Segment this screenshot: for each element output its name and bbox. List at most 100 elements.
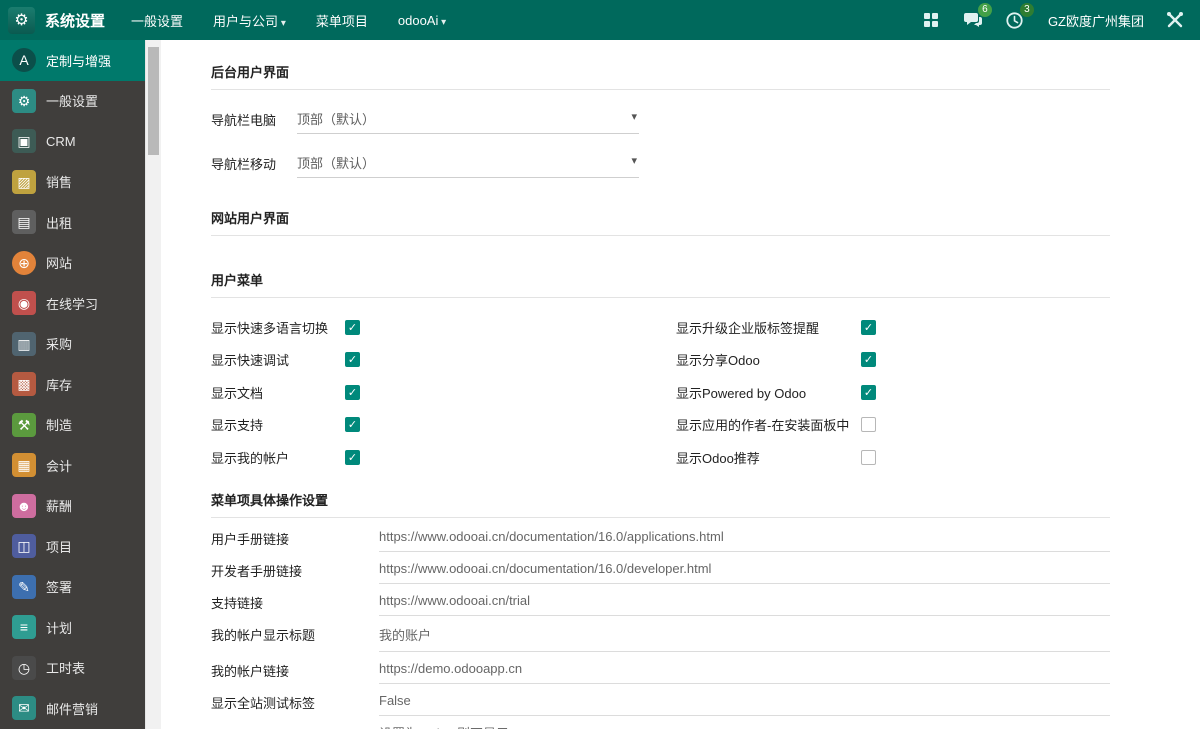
navbar-pc-select[interactable]: 顶部（默认）: [297, 105, 639, 134]
elearning-icon: ◉: [12, 291, 36, 315]
scrollbar-thumb[interactable]: [148, 47, 159, 155]
sidebar-item-label: 工时表: [46, 658, 85, 677]
field-row: 我的帐户链接 https://demo.odooapp.cn: [211, 652, 1110, 684]
sidebar-item-sign[interactable]: ✎ 签署: [0, 567, 145, 608]
navbar-mobile-select[interactable]: 顶部（默认）: [297, 149, 639, 178]
checkbox-documentation[interactable]: [345, 385, 360, 400]
section-website-ui: 网站用户界面: [211, 208, 1110, 236]
option-label: 显示快速多语言切换: [211, 318, 345, 337]
option-row: 显示文档: [211, 376, 676, 409]
sidebar-item-label: 邮件营销: [46, 699, 98, 718]
section-user-menu: 用户菜单: [211, 270, 1110, 298]
menu-users-companies[interactable]: 用户与公司: [213, 11, 286, 30]
checkbox-my-account[interactable]: [345, 450, 360, 465]
checkbox-quick-debug[interactable]: [345, 352, 360, 367]
vertical-scrollbar[interactable]: [145, 40, 161, 729]
option-row: 显示Odoo推荐: [676, 441, 876, 474]
field-row: 显示全站测试标签 False 设置为 False 则不显示: [211, 684, 1110, 729]
payroll-person-icon: ☻: [12, 494, 36, 518]
checkbox-powered-by-odoo[interactable]: [861, 385, 876, 400]
sidebar-item-label: 薪酬: [46, 496, 72, 515]
sidebar-item-label: CRM: [46, 134, 76, 149]
sidebar-item-project[interactable]: ◫ 项目: [0, 526, 145, 567]
field-label: 用户手册链接: [211, 520, 379, 548]
sidebar-item-label: 会计: [46, 456, 72, 475]
ledger-icon: ▦: [12, 453, 36, 477]
option-row: 显示应用的作者-在安装面板中: [676, 409, 876, 442]
messages-icon[interactable]: 6: [962, 9, 984, 31]
user-menu-options: 显示快速多语言切换 显示快速调试 显示文档 显示支持 显示我的帐户: [211, 311, 1110, 474]
clock-icon: ◷: [12, 656, 36, 680]
odooai-logo-icon: A: [12, 48, 36, 72]
company-menu[interactable]: GZ欧度广州集团: [1048, 11, 1144, 30]
sidebar-item-label: 定制与增强: [46, 51, 111, 70]
sidebar-item-inventory[interactable]: ▩ 库存: [0, 364, 145, 405]
activities-badge: 3: [1020, 3, 1034, 17]
sidebar-item-accounting[interactable]: ▦ 会计: [0, 445, 145, 486]
option-label: 显示快速调试: [211, 350, 345, 369]
checkbox-support[interactable]: [345, 417, 360, 432]
sidebar-item-rental[interactable]: ▤ 出租: [0, 202, 145, 243]
sidebar-item-crm[interactable]: ▣ CRM: [0, 121, 145, 162]
sidebar-item-timesheet[interactable]: ◷ 工时表: [0, 648, 145, 689]
option-row: 显示升级企业版标签提醒: [676, 311, 876, 344]
sidebar-item-general-settings[interactable]: ⚙ 一般设置: [0, 81, 145, 122]
options-left-column: 显示快速多语言切换 显示快速调试 显示文档 显示支持 显示我的帐户: [211, 311, 676, 474]
test-label-input[interactable]: False: [379, 684, 1110, 716]
account-link-input[interactable]: https://demo.odooapp.cn: [379, 652, 1110, 684]
option-label: 显示Odoo推荐: [676, 448, 861, 467]
sidebar-item-label: 项目: [46, 537, 72, 556]
field-label: 我的帐户显示标题: [211, 616, 379, 644]
planning-list-icon: ≡: [12, 615, 36, 639]
sidebar-item-purchase[interactable]: ▥ 采购: [0, 324, 145, 365]
gear-icon: ⚙: [12, 89, 36, 113]
sidebar-item-label: 计划: [46, 618, 72, 637]
page-title[interactable]: 系统设置: [45, 10, 105, 31]
option-label: 显示支持: [211, 415, 345, 434]
option-row: 显示Powered by Odoo: [676, 376, 876, 409]
sidebar-item-payroll[interactable]: ☻ 薪酬: [0, 486, 145, 527]
menu-ops-fields: 用户手册链接 https://www.odooai.cn/documentati…: [211, 520, 1110, 729]
sidebar-item-label: 签署: [46, 577, 72, 596]
field-label: 我的帐户链接: [211, 652, 379, 680]
user-manual-link-input[interactable]: https://www.odooai.cn/documentation/16.0…: [379, 520, 1110, 552]
navbar-pc-row: 导航栏电脑 顶部（默认）: [211, 105, 1110, 134]
pen-icon: ✎: [12, 575, 36, 599]
apps-grid-icon[interactable]: [920, 9, 942, 31]
sidebar-item-email-marketing[interactable]: ✉ 邮件营销: [0, 688, 145, 729]
checkbox-multilang[interactable]: [345, 320, 360, 335]
page-body: A 定制与增强 ⚙ 一般设置 ▣ CRM ▨ 销售 ▤ 出租 ⊕ 网站 ◉ 在线…: [0, 40, 1200, 729]
checkbox-upgrade-reminder[interactable]: [861, 320, 876, 335]
developer-manual-link-input[interactable]: https://www.odooai.cn/documentation/16.0…: [379, 552, 1110, 584]
checkbox-share-odoo[interactable]: [861, 352, 876, 367]
menu-menu-items[interactable]: 菜单项目: [316, 11, 368, 30]
sidebar-item-elearning[interactable]: ◉ 在线学习: [0, 283, 145, 324]
menu-odooai[interactable]: odooAi: [398, 13, 446, 28]
sidebar-item-customize[interactable]: A 定制与增强: [0, 40, 145, 81]
sidebar-item-sales[interactable]: ▨ 销售: [0, 162, 145, 203]
sidebar-item-website[interactable]: ⊕ 网站: [0, 243, 145, 284]
sidebar-item-label: 一般设置: [46, 91, 98, 110]
checkbox-odoo-referral[interactable]: [861, 450, 876, 465]
account-title-input[interactable]: 我的账户: [379, 616, 1110, 652]
option-label: 显示我的帐户: [211, 448, 345, 467]
topbar: ⚙ 系统设置 一般设置 用户与公司 菜单项目 odooAi 6 3 GZ欧度广州…: [0, 0, 1200, 40]
activities-clock-icon[interactable]: 3: [1004, 9, 1026, 31]
app-gear-icon[interactable]: ⚙: [8, 7, 35, 34]
sidebar-item-label: 制造: [46, 415, 72, 434]
checkbox-app-author[interactable]: [861, 417, 876, 432]
support-link-input[interactable]: https://www.odooai.cn/trial: [379, 584, 1110, 616]
tools-wrench-icon[interactable]: [1164, 9, 1186, 31]
menu-general-settings[interactable]: 一般设置: [131, 11, 183, 30]
sidebar-item-manufacturing[interactable]: ⚒ 制造: [0, 405, 145, 446]
test-label-help-text: 设置为 False 则不显示: [379, 716, 1110, 729]
field-label: 支持链接: [211, 584, 379, 612]
sidebar-item-label: 在线学习: [46, 294, 98, 313]
option-label: 显示文档: [211, 383, 345, 402]
navbar-mobile-label: 导航栏移动: [211, 154, 297, 173]
section-backend-ui: 后台用户界面: [211, 62, 1110, 90]
sidebar-item-planning[interactable]: ≡ 计划: [0, 607, 145, 648]
messages-badge: 6: [978, 3, 992, 17]
top-menu: 一般设置 用户与公司 菜单项目 odooAi: [131, 11, 446, 30]
field-row: 支持链接 https://www.odooai.cn/trial: [211, 584, 1110, 616]
